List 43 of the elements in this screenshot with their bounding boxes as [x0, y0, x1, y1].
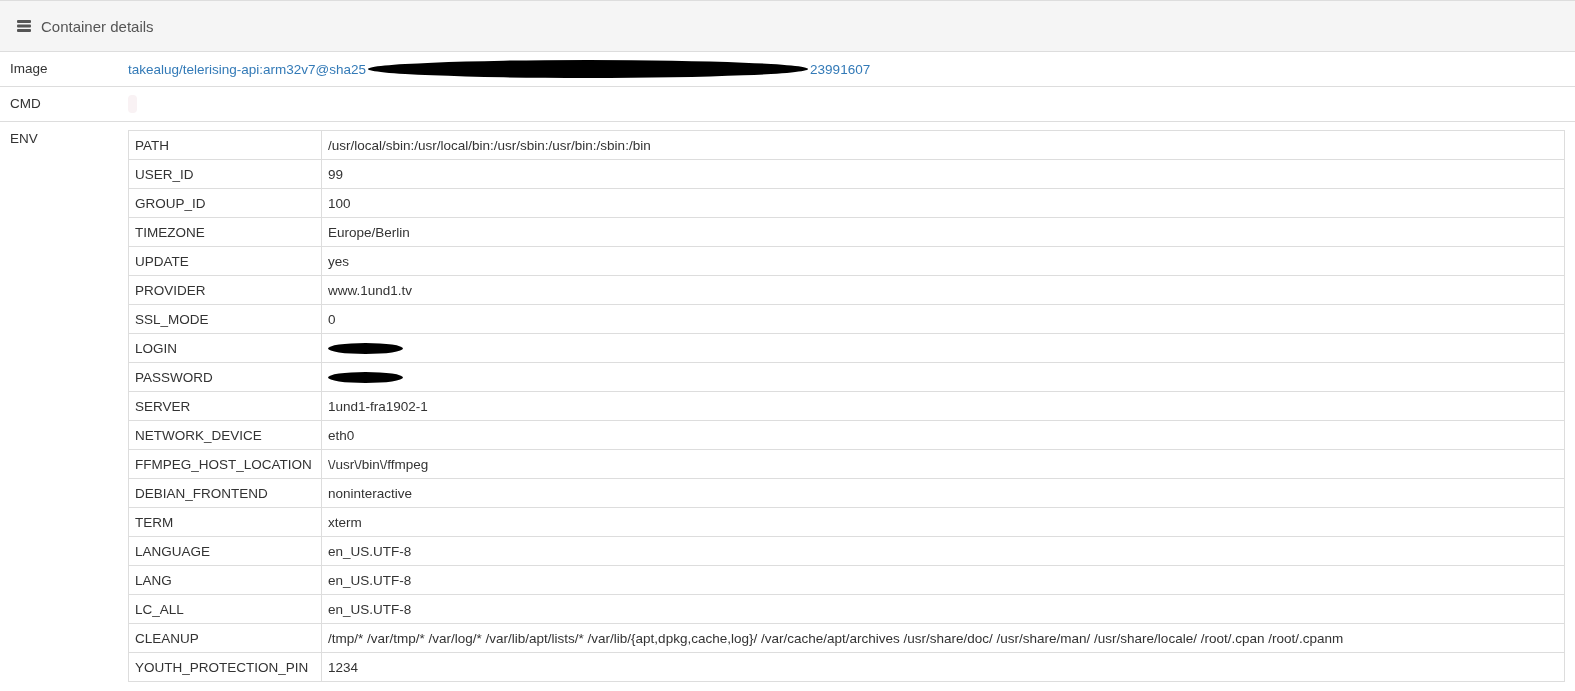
- table-cell: xterm: [321, 507, 1565, 537]
- table-cell: SSL_MODE: [128, 304, 322, 334]
- table-cell: LC_ALL: [128, 594, 322, 624]
- panel-title: Container details: [41, 17, 154, 35]
- table-cell: 1und1-fra1902-1: [321, 391, 1565, 421]
- table-cell: yes: [321, 246, 1565, 276]
- image-link[interactable]: takealug/telerising-api:arm32v7@sha25: [128, 61, 367, 77]
- table-cell: PROVIDER: [128, 275, 322, 305]
- table-cell: USER_ID: [128, 159, 322, 189]
- table-cell: FFMPEG_HOST_LOCATION: [128, 449, 322, 479]
- table-cell: SERVER: [128, 391, 322, 421]
- table-cell: 1234: [321, 652, 1565, 682]
- table-cell: en_US.UTF-8: [321, 565, 1565, 595]
- table-cell: Europe/Berlin: [321, 217, 1565, 247]
- table-cell: 0: [321, 304, 1565, 334]
- table-cell: YOUTH_PROTECTION_PIN: [128, 652, 322, 682]
- table-cell: UPDATE: [128, 246, 322, 276]
- list-icon: [17, 20, 31, 32]
- table-cell: PASSWORD: [128, 362, 322, 392]
- table-cell: 100: [321, 188, 1565, 218]
- detail-label: Image: [10, 61, 48, 76]
- table-cell: PATH: [128, 130, 322, 160]
- detail-label: CMD: [10, 96, 41, 111]
- table-cell: en_US.UTF-8: [321, 594, 1565, 624]
- table-cell: eth0: [321, 420, 1565, 450]
- table-cell: DEBIAN_FRONTEND: [128, 478, 322, 508]
- table-cell: www.1und1.tv: [321, 275, 1565, 305]
- table-cell: TERM: [128, 507, 322, 537]
- table-cell: en_US.UTF-8: [321, 536, 1565, 566]
- table-cell: CLEANUP: [128, 623, 322, 653]
- table-cell: /usr/local/sbin:/usr/local/bin:/usr/sbin:/usr/bin:/sbin:/bin: [321, 130, 1565, 160]
- table-cell: LANG: [128, 565, 322, 595]
- table-cell: TIMEZONE: [128, 217, 322, 247]
- table-cell: LANGUAGE: [128, 536, 322, 566]
- table-cell: LOGIN: [128, 333, 322, 363]
- table-cell: GROUP_ID: [128, 188, 322, 218]
- detail-label: ENV: [10, 131, 38, 146]
- table-cell: noninteractive: [321, 478, 1565, 508]
- image-link[interactable]: 23991607: [810, 61, 871, 77]
- table-cell: /tmp/* /var/tmp/* /var/log/* /var/lib/apt/lists/* /var/lib/{apt,dpkg,cache,log}/ /var/cache/apt/archives /usr/share/doc/ /usr/share/man/ /usr/share/locale/ /root/.cpan /root/.cpanm: [321, 623, 1565, 653]
- table-cell: 99: [321, 159, 1565, 189]
- table-cell: NETWORK_DEVICE: [128, 420, 322, 450]
- table-cell: \/usr\/bin\/ffmpeg: [321, 449, 1565, 479]
